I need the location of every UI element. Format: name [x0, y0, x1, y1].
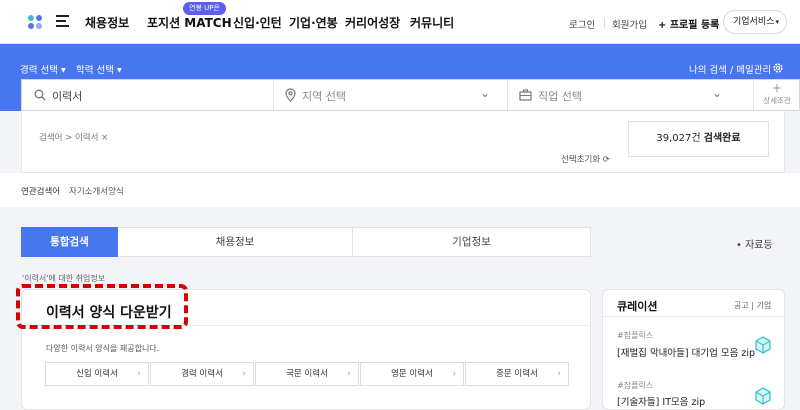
search-divider — [507, 80, 508, 110]
gear-icon[interactable] — [772, 62, 784, 74]
curation-tag: #잡플릭스 — [617, 381, 654, 390]
detail-condition-button[interactable]: + 상세조건 — [754, 82, 800, 108]
briefcase-icon — [519, 89, 532, 101]
result-count-suffix: 검색완료 — [703, 133, 741, 144]
resume-type-label: 영문 이력서 — [391, 369, 433, 379]
nav-company-salary[interactable]: 기업·연봉 — [289, 14, 338, 31]
curation-item[interactable]: [재벌집 막내아들] 대기업 모음 zip — [617, 345, 755, 359]
resume-type-button-newcomer[interactable]: 신입 이력서 › — [45, 362, 149, 386]
chevron-right-icon: › — [347, 369, 351, 379]
related-search-label: 연관검색어 — [21, 187, 61, 197]
curation-item[interactable]: [기술자들] IT모음 zip — [617, 394, 705, 408]
card-description: 다양한 이력서 양식을 제공합니다. — [46, 344, 160, 353]
curation-title: 큐레이션 — [617, 300, 658, 313]
chevron-right-icon: › — [452, 369, 456, 379]
signup-link[interactable]: 회원가입 — [612, 17, 647, 31]
curation-tag: #잡플릭스 — [617, 331, 654, 340]
cube-icon — [755, 336, 771, 354]
education-filter[interactable]: 학력 선택 ▾ — [76, 62, 122, 76]
detail-condition-label: 상세조건 — [763, 96, 791, 105]
my-search-link[interactable]: 나의 검색 / 메일관리 — [689, 62, 771, 76]
reset-selection-button[interactable]: 선택초기화 ⟳ — [561, 153, 610, 165]
resume-type-button-korean[interactable]: 국문 이력서 › — [255, 362, 359, 386]
chevron-down-icon[interactable]: ⌄ — [480, 86, 490, 100]
resume-type-button-experienced[interactable]: 경력 이력서 › — [150, 362, 254, 386]
context-note: '이력서'에 대한 취업정보 — [22, 274, 106, 283]
search-breadcrumb[interactable]: 검색어 > 이력서 × — [39, 131, 108, 143]
chevron-right-icon: › — [242, 369, 246, 379]
search-icon — [34, 89, 46, 101]
plus-icon: + — [771, 81, 783, 95]
nav-position-match[interactable]: 포지션 MATCH — [147, 14, 232, 31]
resume-type-label: 국문 이력서 — [286, 369, 328, 379]
menu-icon[interactable] — [56, 15, 69, 27]
divider — [603, 316, 784, 317]
search-bar: 이력서 지역 선택 ⌄ 직업 선택 ⌄ + 상세조건 — [21, 79, 800, 111]
logo-icon[interactable] — [28, 15, 42, 29]
curation-panel: 큐레이션 공고 | 기업 #잡플릭스 [재벌집 막내아들] 대기업 모음 zip… — [602, 289, 785, 410]
nav-divider — [604, 18, 605, 28]
location-pin-icon — [285, 88, 296, 102]
search-tabs: 통합검색 채용정보 기업정보 — [21, 227, 591, 257]
profile-register-link[interactable]: + 프로필 등록 — [658, 16, 719, 31]
resume-type-label: 경력 이력서 — [181, 369, 223, 379]
tab-company-info[interactable]: 기업정보 — [353, 227, 590, 257]
cube-icon — [755, 387, 771, 405]
job-select[interactable]: 직업 선택 — [538, 88, 582, 104]
login-link[interactable]: 로그인 — [569, 17, 595, 31]
top-navigation: 채용정보 연봉 UP은 포지션 MATCH 신입·인턴 기업·연봉 커리어성장 … — [0, 0, 800, 44]
career-filter[interactable]: 경력 선택 ▾ — [20, 62, 66, 76]
resume-type-button-english[interactable]: 영문 이력서 › — [360, 362, 464, 386]
resume-type-button-chinese[interactable]: 중문 이력서 › — [465, 362, 569, 386]
business-service-label: 기업서비스 — [733, 17, 775, 27]
curation-filter-links[interactable]: 공고 | 기업 — [734, 300, 771, 311]
result-count: 39,027건 — [656, 133, 701, 144]
region-select[interactable]: 지역 선택 — [302, 88, 346, 104]
highlight-annotation — [16, 284, 188, 329]
result-count-box: 39,027건 검색완료 — [628, 121, 769, 157]
nav-community[interactable]: 커뮤니티 — [410, 14, 454, 31]
tab-job-info[interactable]: 채용정보 — [118, 227, 353, 257]
related-search-term[interactable]: 자기소개서양식 — [69, 185, 124, 197]
search-input[interactable]: 이력서 — [52, 88, 82, 104]
search-divider — [273, 80, 274, 110]
nav-newcomer-intern[interactable]: 신입·인턴 — [233, 14, 282, 31]
chevron-down-icon[interactable]: ⌄ — [712, 86, 722, 100]
nav-career-growth[interactable]: 커리어성장 — [345, 14, 400, 31]
results-panel: 검색어 > 이력서 × 선택초기화 ⟳ 39,027건 검색완료 — [21, 111, 785, 173]
related-search-bar: 연관검색어 자기소개서양식 — [0, 173, 800, 207]
tab-resources[interactable]: • 자료등 — [736, 236, 773, 251]
chevron-down-icon: ▾ — [775, 18, 779, 26]
nav-jobs[interactable]: 채용정보 — [85, 14, 129, 31]
chevron-right-icon: › — [137, 369, 141, 379]
resume-type-label: 중문 이력서 — [496, 369, 538, 379]
tab-integrated-search[interactable]: 통합검색 — [21, 227, 118, 257]
business-service-button[interactable]: 기업서비스 ▾ — [723, 10, 787, 34]
chevron-right-icon: › — [557, 369, 561, 379]
resume-type-label: 신입 이력서 — [76, 369, 118, 379]
